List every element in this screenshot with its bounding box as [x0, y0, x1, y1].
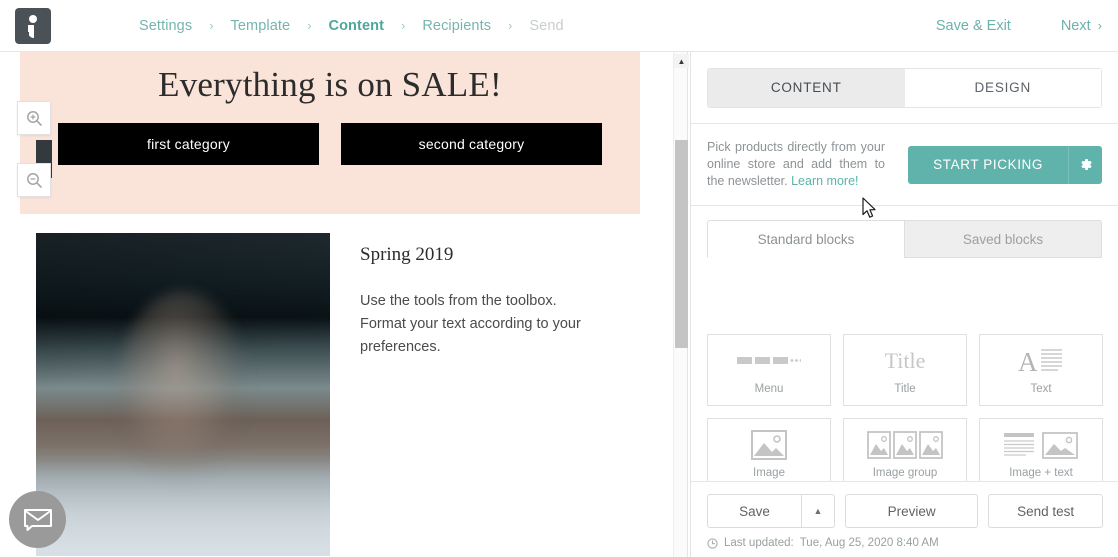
- title-block-icon: Title: [884, 347, 926, 373]
- email-button-first-category[interactable]: first category: [58, 123, 319, 165]
- block-label: Image: [753, 466, 785, 479]
- block-label: Image + text: [1009, 466, 1073, 479]
- save-button-group: Save ▲: [707, 494, 835, 528]
- block-label: Image group: [872, 466, 938, 479]
- blocks-row: Menu Title Title A Text: [707, 334, 1103, 406]
- product-picker-section: Pick products directly from your online …: [691, 124, 1118, 206]
- chevron-right-icon: ›: [1097, 18, 1102, 33]
- breadcrumb-separator: ›: [508, 18, 513, 33]
- text-block-icon: A: [1018, 346, 1064, 376]
- tab-design[interactable]: DESIGN: [904, 68, 1101, 107]
- panel-footer: Save ▲ Preview Send test Last updated: T…: [691, 481, 1118, 557]
- footer-buttons: Save ▲ Preview Send test: [707, 494, 1103, 528]
- block-image-group[interactable]: Image group: [843, 418, 967, 490]
- brand-logo[interactable]: [15, 7, 51, 44]
- block-image[interactable]: Image: [707, 418, 831, 490]
- email-hero-title: Everything is on SALE!: [158, 65, 502, 104]
- image-block-icon: [751, 429, 787, 460]
- last-updated-label: Last updated:: [724, 537, 794, 549]
- block-label: Title: [894, 382, 916, 395]
- tab-content[interactable]: CONTENT: [708, 68, 905, 107]
- zoom-in-icon: [26, 110, 42, 126]
- block-image-text[interactable]: Image + text: [979, 418, 1103, 490]
- start-picking-button[interactable]: START PICKING: [908, 145, 1068, 184]
- product-picker-actions: START PICKING: [908, 145, 1102, 184]
- zoom-out-icon: [26, 172, 42, 188]
- image-text-block-icon: [1004, 430, 1078, 460]
- block-label: Menu: [754, 382, 784, 395]
- app-root: Settings › Template › Content › Recipien…: [0, 0, 1118, 557]
- last-updated-value: Tue, Aug 25, 2020 8:40 AM: [799, 537, 939, 549]
- product-picker-description: Pick products directly from your online …: [707, 139, 885, 190]
- block-text[interactable]: A Text: [979, 334, 1103, 406]
- breadcrumb-separator: ›: [307, 18, 312, 33]
- block-category-tabs: Standard blocks Saved blocks: [691, 206, 1118, 258]
- mouse-cursor: [862, 197, 878, 225]
- image-group-block-icon: [867, 430, 943, 460]
- email-photo[interactable]: [36, 233, 330, 556]
- editor-side-panel: CONTENT DESIGN Pick products directly fr…: [690, 52, 1118, 557]
- learn-more-link[interactable]: Learn more!: [791, 174, 858, 188]
- tab-standard-blocks[interactable]: Standard blocks: [707, 220, 904, 258]
- header-actions: Save & Exit Next ›: [936, 18, 1118, 34]
- breadcrumb-item-send: Send: [529, 17, 564, 34]
- save-button[interactable]: Save: [707, 494, 802, 528]
- email-body-text: Use the tools from the toolbox. Format y…: [360, 293, 581, 355]
- svg-text:A: A: [1018, 347, 1038, 375]
- breadcrumb-item-template[interactable]: Template: [219, 18, 303, 34]
- breadcrumb-item-settings[interactable]: Settings: [127, 18, 204, 34]
- save-dropdown-toggle[interactable]: ▲: [802, 494, 835, 528]
- email-button-second-category[interactable]: second category: [341, 123, 602, 165]
- clock-icon: [707, 537, 718, 549]
- breadcrumb-item-recipients[interactable]: Recipients: [410, 18, 503, 34]
- email-section-title: Spring 2019: [360, 244, 454, 265]
- email-preview-canvas[interactable]: Everything is on SALE! first category se…: [0, 52, 673, 557]
- zoom-in-button[interactable]: [17, 101, 51, 135]
- block-title[interactable]: Title Title: [843, 334, 967, 406]
- envelope-icon: [23, 508, 52, 531]
- email-text-column[interactable]: Spring 2019 Use the tools from the toolb…: [330, 214, 585, 557]
- panel-main-tabs: CONTENT DESIGN: [691, 52, 1118, 124]
- menu-block-icon: [737, 346, 801, 376]
- chat-launcher-button[interactable]: [9, 491, 66, 548]
- send-test-button[interactable]: Send test: [988, 494, 1103, 528]
- product-picker-settings-button[interactable]: [1068, 145, 1102, 184]
- top-header: Settings › Template › Content › Recipien…: [0, 0, 1118, 52]
- block-label: Text: [1030, 382, 1052, 395]
- blocks-row: Image Image group Image + text: [707, 418, 1103, 490]
- gear-icon: [1081, 159, 1092, 170]
- last-updated-status: Last updated: Tue, Aug 25, 2020 8:40 AM: [707, 537, 1103, 549]
- zoom-out-button[interactable]: [17, 163, 51, 197]
- scroll-up-arrow-icon[interactable]: ▲: [674, 54, 689, 68]
- email-content-block[interactable]: Spring 2019 Use the tools from the toolb…: [20, 214, 640, 557]
- breadcrumb: Settings › Template › Content › Recipien…: [127, 18, 576, 34]
- tab-saved-blocks[interactable]: Saved blocks: [904, 220, 1102, 258]
- next-button[interactable]: Next ›: [1061, 18, 1102, 34]
- preview-button[interactable]: Preview: [845, 494, 979, 528]
- breadcrumb-separator: ›: [209, 18, 214, 33]
- save-and-exit-button[interactable]: Save & Exit: [936, 18, 1011, 34]
- breadcrumb-item-content[interactable]: Content: [317, 18, 396, 34]
- preview-scrollbar[interactable]: ▲: [673, 52, 689, 557]
- logo-stem: [24, 24, 34, 38]
- email-category-buttons: first category second category: [20, 105, 640, 165]
- block-menu[interactable]: Menu: [707, 334, 831, 406]
- email-hero-block[interactable]: Everything is on SALE! first category se…: [20, 52, 640, 214]
- scrollbar-thumb[interactable]: [675, 140, 688, 348]
- next-label: Next: [1060, 17, 1091, 34]
- breadcrumb-separator: ›: [401, 18, 406, 33]
- logo-dot: [29, 14, 37, 23]
